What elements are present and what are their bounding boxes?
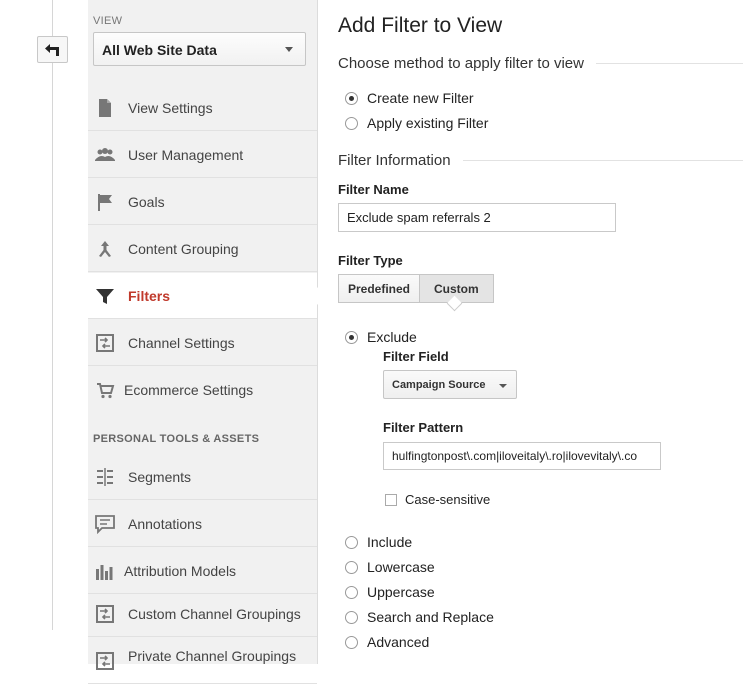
back-arrow-icon bbox=[45, 43, 59, 56]
sidebar-item-attribution-models[interactable]: Attribution Models bbox=[88, 548, 317, 594]
sidebar-item-channel-settings[interactable]: Channel Settings bbox=[88, 320, 317, 366]
radio-label: Apply existing Filter bbox=[367, 115, 489, 131]
info-legend-text: Filter Information bbox=[338, 152, 451, 169]
channel-icon bbox=[95, 333, 115, 353]
sidebar-item-label: Private Channel Groupings bbox=[128, 648, 297, 664]
back-button[interactable] bbox=[37, 36, 68, 63]
filter-field-dropdown[interactable]: Campaign Source bbox=[383, 370, 517, 399]
sidebar-item-label: Segments bbox=[128, 469, 192, 485]
info-legend: Filter Information bbox=[338, 152, 743, 169]
radio-label: Uppercase bbox=[367, 584, 435, 600]
sidebar-item-goals[interactable]: Goals bbox=[88, 179, 317, 225]
view-selector[interactable]: All Web Site Data bbox=[93, 32, 306, 66]
radio-dot bbox=[345, 330, 358, 344]
main-panel: Add Filter to View Choose method to appl… bbox=[338, 0, 743, 664]
segments-icon bbox=[95, 467, 115, 487]
filter-name-label: Filter Name bbox=[338, 182, 409, 197]
radio-search-and-replace[interactable]: Search and Replace bbox=[345, 609, 494, 625]
chevron-down-icon bbox=[285, 47, 293, 52]
radio-apply-existing-filter[interactable]: Apply existing Filter bbox=[345, 115, 488, 131]
left-rail bbox=[52, 0, 53, 630]
radio-label: Exclude bbox=[367, 329, 417, 345]
page-title: Add Filter to View bbox=[338, 14, 503, 37]
radio-label: Lowercase bbox=[367, 559, 435, 575]
divider bbox=[462, 160, 743, 161]
sidebar-item-label: Ecommerce Settings bbox=[124, 382, 254, 398]
sidebar-item-ecommerce-settings[interactable]: Ecommerce Settings bbox=[88, 367, 317, 413]
channel-icon bbox=[95, 604, 115, 624]
sidebar-item-label: Goals bbox=[128, 194, 165, 210]
sidebar-item-label: View Settings bbox=[128, 100, 213, 116]
radio-include[interactable]: Include bbox=[345, 534, 412, 550]
sidebar-item-filters[interactable]: Filters bbox=[88, 273, 325, 319]
merge-icon bbox=[95, 239, 115, 259]
method-legend: Choose method to apply filter to view bbox=[338, 55, 743, 72]
sidebar-item-segments[interactable]: Segments bbox=[88, 454, 317, 500]
cart-icon bbox=[95, 380, 115, 400]
annotation-icon bbox=[95, 514, 115, 534]
sidebar-item-label: Attribution Models bbox=[124, 563, 237, 579]
radio-dot bbox=[345, 560, 358, 574]
radio-dot bbox=[345, 635, 358, 649]
filter-pattern-label: Filter Pattern bbox=[383, 420, 464, 435]
divider bbox=[595, 63, 743, 64]
radio-label: Create new Filter bbox=[367, 90, 474, 106]
checkbox-label: Case-sensitive bbox=[405, 492, 491, 507]
sidebar-item-label: Custom Channel Groupings bbox=[128, 606, 301, 622]
sidebar-item-annotations[interactable]: Annotations bbox=[88, 501, 317, 547]
document-icon bbox=[95, 98, 115, 118]
channel-icon bbox=[95, 651, 115, 671]
chevron-down-icon bbox=[499, 384, 507, 388]
radio-lowercase[interactable]: Lowercase bbox=[345, 559, 435, 575]
tab-predefined[interactable]: Predefined bbox=[338, 274, 421, 303]
radio-exclude[interactable]: Exclude bbox=[345, 329, 417, 345]
case-sensitive-checkbox[interactable]: Case-sensitive bbox=[385, 492, 490, 507]
sidebar: VIEW All Web Site Data View Settings Use… bbox=[88, 0, 325, 684]
sidebar-item-label: Content Grouping bbox=[128, 241, 239, 257]
filter-name-input[interactable] bbox=[338, 203, 616, 232]
radio-label: Include bbox=[367, 534, 413, 550]
view-label: VIEW bbox=[93, 15, 123, 27]
radio-dot bbox=[345, 91, 358, 105]
radio-label: Search and Replace bbox=[367, 609, 494, 625]
radio-create-new-filter[interactable]: Create new Filter bbox=[345, 90, 474, 106]
filter-field-label: Filter Field bbox=[383, 349, 449, 364]
radio-dot bbox=[345, 610, 358, 624]
radio-uppercase[interactable]: Uppercase bbox=[345, 584, 435, 600]
view-selected-value: All Web Site Data bbox=[102, 42, 217, 58]
sidebar-item-view-settings[interactable]: View Settings bbox=[88, 85, 317, 131]
tab-custom[interactable]: Custom bbox=[420, 274, 494, 303]
radio-dot bbox=[345, 585, 358, 599]
sidebar-item-content-grouping[interactable]: Content Grouping bbox=[88, 226, 317, 272]
funnel-icon bbox=[95, 286, 115, 306]
radio-dot bbox=[345, 535, 358, 549]
radio-label: Advanced bbox=[367, 634, 430, 650]
sidebar-item-label: User Management bbox=[128, 147, 244, 163]
sidebar-item-private-channel-groupings[interactable]: Private Channel Groupings bbox=[88, 638, 317, 684]
sidebar-item-label: Channel Settings bbox=[128, 335, 235, 351]
radio-advanced[interactable]: Advanced bbox=[345, 634, 429, 650]
active-indicator bbox=[317, 287, 325, 305]
radio-dot bbox=[345, 116, 358, 130]
sidebar-item-user-management[interactable]: User Management bbox=[88, 132, 317, 178]
sidebar-item-label: Annotations bbox=[128, 516, 202, 532]
filter-pattern-input[interactable] bbox=[383, 442, 661, 470]
method-legend-text: Choose method to apply filter to view bbox=[338, 55, 584, 72]
checkbox-box bbox=[385, 493, 397, 506]
bar-chart-icon bbox=[95, 561, 115, 581]
sidebar-item-label: Filters bbox=[128, 288, 171, 304]
filter-type-toggle: Predefined Custom bbox=[338, 274, 494, 303]
filter-field-value: Campaign Source bbox=[392, 379, 486, 391]
section-heading: PERSONAL TOOLS & ASSETS bbox=[93, 433, 260, 445]
filter-type-label: Filter Type bbox=[338, 253, 403, 268]
sidebar-item-custom-channel-groupings[interactable]: Custom Channel Groupings bbox=[88, 591, 317, 637]
flag-icon bbox=[95, 192, 115, 212]
users-icon bbox=[95, 145, 115, 165]
